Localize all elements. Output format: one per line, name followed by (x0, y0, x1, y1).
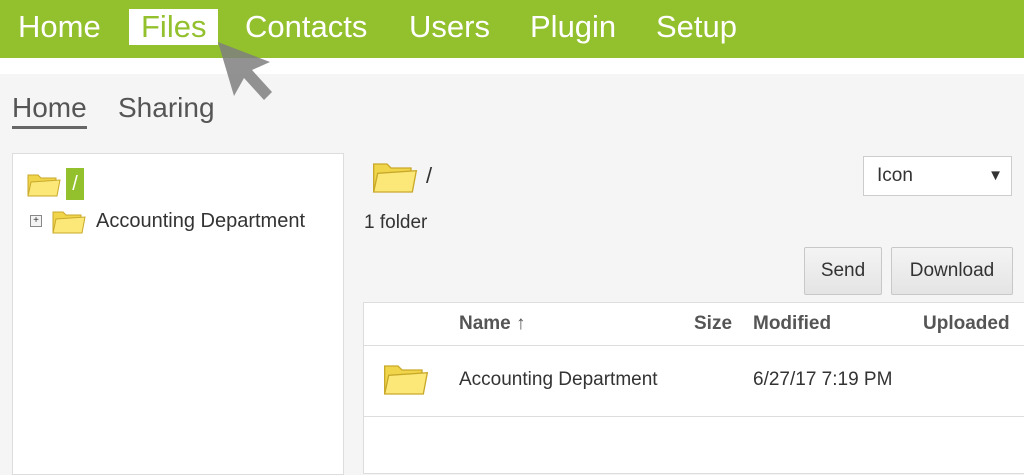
nav-files[interactable]: Files (129, 9, 219, 45)
nav-plugin[interactable]: Plugin (530, 9, 616, 45)
table-row-divider (364, 416, 1024, 417)
column-header-size[interactable]: Size (694, 313, 732, 335)
download-button[interactable]: Download (891, 247, 1013, 295)
current-folder-icon (372, 163, 418, 193)
top-navigation: Home Files Contacts Users Plugin Setup (0, 0, 1024, 58)
nav-setup[interactable]: Setup (656, 9, 737, 45)
subtab-sharing[interactable]: Sharing (118, 92, 215, 124)
folder-count: 1 folder (364, 212, 428, 233)
column-header-modified[interactable]: Modified (753, 313, 831, 335)
folder-tree-panel: / + Accounting Department (12, 153, 344, 475)
file-table: Name ↑ Size Modified Uploaded Accounting… (363, 302, 1024, 474)
folder-icon (52, 211, 86, 234)
nav-home[interactable]: Home (18, 9, 101, 45)
dropdown-arrow-icon: ▼ (988, 167, 1003, 184)
folder-icon (383, 365, 429, 395)
table-header-divider (364, 345, 1024, 346)
send-button[interactable]: Send (804, 247, 882, 295)
tree-item-accounting-department[interactable]: Accounting Department (96, 210, 305, 233)
subtab-home[interactable]: Home (12, 92, 87, 129)
nav-users[interactable]: Users (409, 9, 490, 45)
mouse-cursor-icon (218, 42, 272, 100)
current-path: / (426, 163, 433, 188)
nav-divider-strip (0, 58, 1024, 74)
expand-icon[interactable]: + (30, 215, 42, 227)
folder-icon (27, 174, 61, 197)
tree-root-label[interactable]: / (66, 168, 84, 200)
column-header-uploaded[interactable]: Uploaded (923, 313, 1010, 335)
view-mode-select[interactable]: Icon ▼ (863, 156, 1012, 196)
view-mode-value: Icon (877, 165, 913, 186)
column-header-name[interactable]: Name ↑ (459, 313, 526, 335)
row-modified: 6/27/17 7:19 PM (753, 369, 893, 390)
row-name[interactable]: Accounting Department (459, 369, 658, 391)
